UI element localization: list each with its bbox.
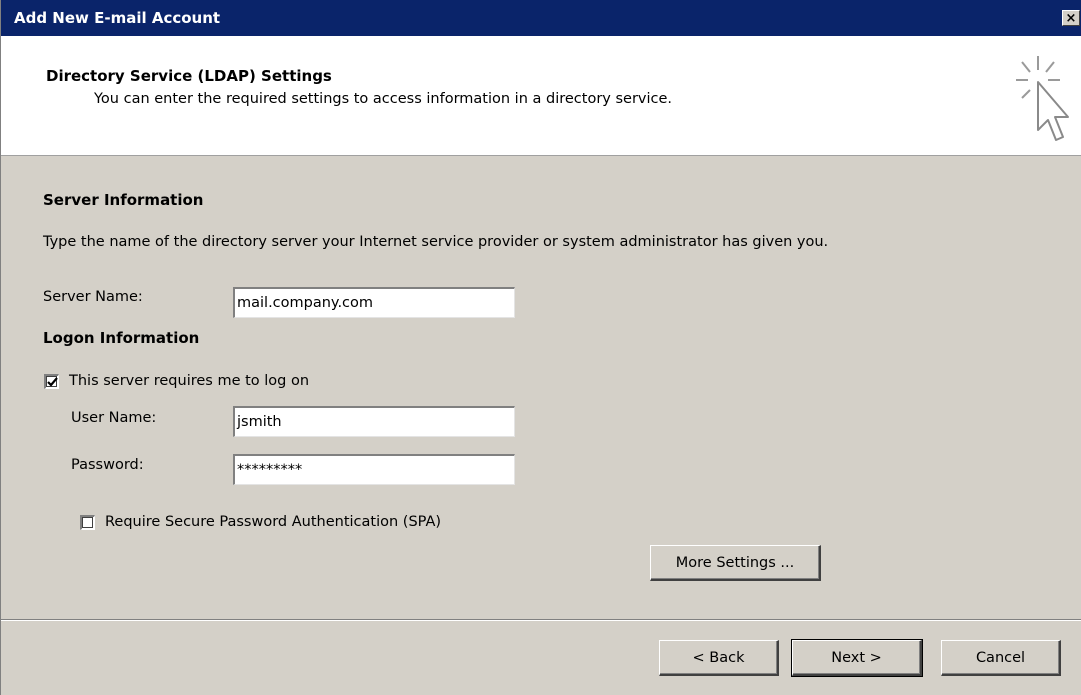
page-subtitle: You can enter the required settings to a… xyxy=(94,91,673,107)
server-information-heading: Server Information xyxy=(43,191,204,209)
close-button[interactable]: × xyxy=(1062,10,1080,26)
cancel-button[interactable]: Cancel xyxy=(941,640,1061,676)
user-name-input[interactable]: jsmith xyxy=(233,406,515,437)
user-name-label: User Name: xyxy=(71,410,157,426)
close-icon: × xyxy=(1065,10,1077,26)
spa-checkbox[interactable] xyxy=(80,515,95,530)
back-button[interactable]: < Back xyxy=(659,640,779,676)
title-bar[interactable]: Add New E-mail Account × xyxy=(1,0,1081,36)
password-input[interactable]: ********* xyxy=(233,454,515,485)
password-label: Password: xyxy=(71,457,144,473)
footer-separator xyxy=(1,619,1081,621)
next-button[interactable]: Next > xyxy=(791,639,923,677)
server-name-input[interactable]: mail.company.com xyxy=(233,287,515,318)
server-information-description: Type the name of the directory server yo… xyxy=(43,234,829,250)
add-email-account-dialog: Add New E-mail Account × Directory Servi… xyxy=(0,0,1081,695)
more-settings-button[interactable]: More Settings ... xyxy=(650,545,821,581)
wizard-cursor-icon xyxy=(1016,56,1069,141)
logon-information-heading: Logon Information xyxy=(43,329,200,347)
checkmark-icon xyxy=(47,377,58,387)
header-panel: Directory Service (LDAP) Settings You ca… xyxy=(1,36,1081,156)
window-title: Add New E-mail Account xyxy=(14,9,221,27)
server-name-label: Server Name: xyxy=(43,289,143,305)
requires-logon-checkbox[interactable] xyxy=(44,374,59,389)
spa-label[interactable]: Require Secure Password Authentication (… xyxy=(105,514,441,530)
requires-logon-label[interactable]: This server requires me to log on xyxy=(69,373,309,389)
page-title: Directory Service (LDAP) Settings xyxy=(46,67,332,85)
